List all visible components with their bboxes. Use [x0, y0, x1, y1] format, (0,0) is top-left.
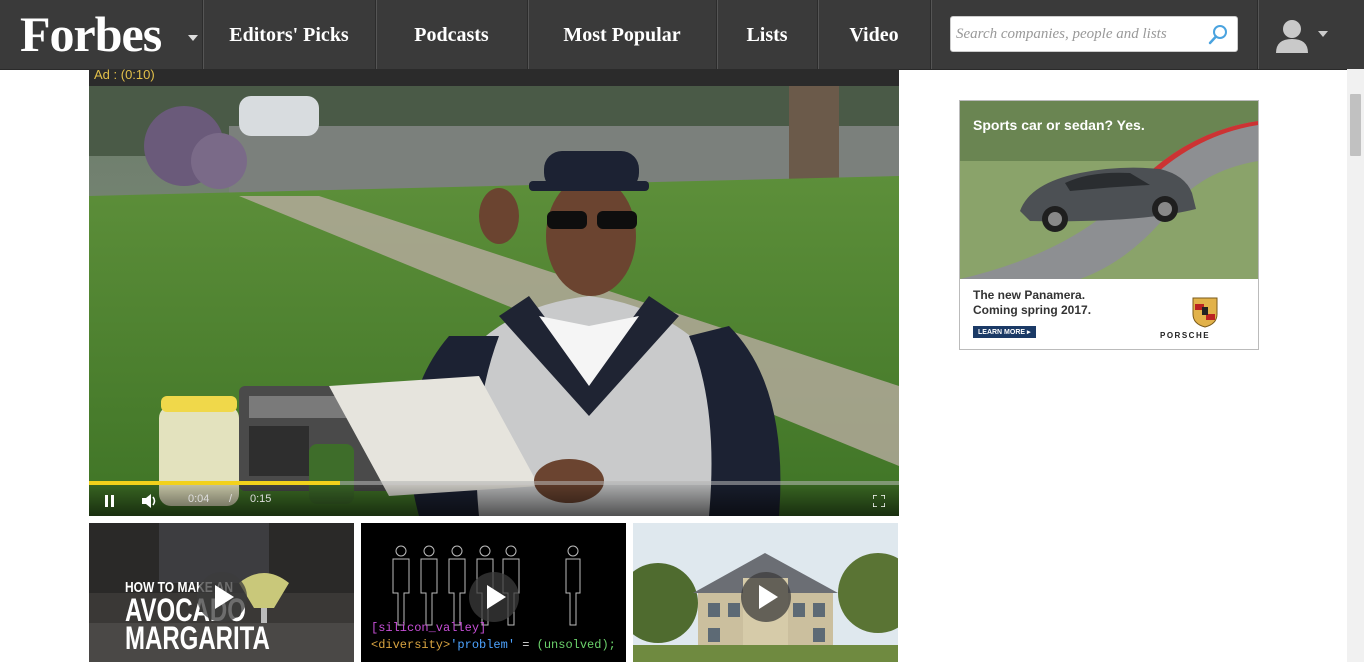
- volume-icon[interactable]: [141, 493, 159, 509]
- learn-more-button[interactable]: LEARN MORE ▸: [973, 326, 1036, 338]
- play-icon: [215, 585, 234, 609]
- video-progress-fill: [89, 481, 341, 485]
- pause-icon[interactable]: [105, 495, 115, 507]
- ad-headline: Sports car or sedan? Yes.: [973, 117, 1145, 133]
- play-icon: [759, 585, 778, 609]
- play-button[interactable]: [197, 572, 247, 622]
- chevron-down-icon[interactable]: [1318, 31, 1328, 37]
- code-string: 'problem': [450, 638, 516, 652]
- porsche-advertisement[interactable]: Sports car or sedan? Yes. The new Paname…: [959, 100, 1259, 350]
- porsche-crest-icon: [1192, 297, 1218, 328]
- logo-text[interactable]: Forbes: [20, 5, 162, 63]
- nav-lists[interactable]: Lists: [717, 0, 818, 69]
- code-tag: <diversity>: [371, 638, 451, 652]
- current-time: 0:04: [188, 493, 210, 505]
- nav-podcasts[interactable]: Podcasts: [376, 0, 528, 69]
- duration: 0:15: [250, 493, 272, 505]
- video-thumbnail-mansion[interactable]: [633, 523, 898, 662]
- video-frame: [89, 86, 899, 516]
- ad-copy-line2: Coming spring 2017.: [973, 303, 1092, 317]
- chevron-down-icon[interactable]: [188, 35, 198, 41]
- ad-brand: PORSCHE: [1160, 331, 1211, 340]
- scrollbar-thumb[interactable]: [1350, 94, 1361, 156]
- thumbnail-title-line3: MARGARITA: [125, 620, 270, 656]
- ad-copy: The new Panamera. Coming spring 2017.: [973, 288, 1091, 318]
- search-box: [950, 16, 1238, 52]
- nav-editors-picks[interactable]: Editors' Picks: [203, 0, 376, 69]
- code-line-2: <diversity>'problem' = (unsolved);: [371, 638, 616, 652]
- play-icon: [487, 585, 506, 609]
- play-button[interactable]: [469, 572, 519, 622]
- video-progress-bar[interactable]: [89, 481, 899, 485]
- page-scrollbar[interactable]: [1347, 69, 1364, 662]
- code-value: (unsolved);: [536, 638, 616, 652]
- search-input[interactable]: [956, 17, 1206, 51]
- user-avatar-icon[interactable]: [1274, 17, 1310, 53]
- video-thumbnail-avocado-margarita[interactable]: HOW TO MAKE AN AVOCADO MARGARITA: [89, 523, 354, 662]
- ad-countdown-label: Ad : (0:10): [94, 69, 155, 82]
- code-line-1: [silicon_valley]: [371, 621, 487, 635]
- video-player[interactable]: Ad : (0:10) 0:04 / 0:15: [89, 69, 899, 516]
- time-separator: /: [229, 493, 233, 505]
- user-menu[interactable]: [1257, 0, 1348, 69]
- forbes-logo[interactable]: Forbes: [0, 0, 203, 69]
- video-thumbnail-silicon-valley[interactable]: [silicon_valley] <diversity>'problem' = …: [361, 523, 626, 662]
- nav-most-popular[interactable]: Most Popular: [528, 0, 717, 69]
- fullscreen-icon[interactable]: [873, 495, 885, 507]
- search-icon[interactable]: [1207, 24, 1229, 46]
- ad-copy-line1: The new Panamera.: [973, 288, 1086, 302]
- ad-bar: Ad : (0:10): [89, 69, 899, 86]
- top-navigation-bar: Forbes Editors' Picks Podcasts Most Popu…: [0, 0, 1364, 70]
- video-controls: 0:04 / 0:15: [89, 481, 899, 516]
- code-equals: =: [515, 638, 537, 652]
- play-button[interactable]: [741, 572, 791, 622]
- nav-video[interactable]: Video: [818, 0, 931, 69]
